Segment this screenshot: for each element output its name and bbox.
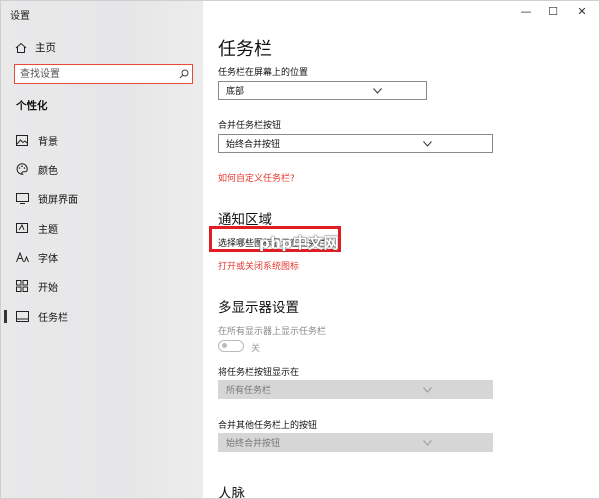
watermark: php中文网	[259, 234, 340, 252]
show-all-displays-label: 在所有显示器上显示任务栏	[218, 327, 327, 337]
chevron-down-icon	[323, 87, 427, 94]
search-input[interactable]	[15, 65, 176, 83]
sidebar-item-start[interactable]: 开始	[1, 273, 203, 299]
combine-buttons-value: 始终合并按钮	[226, 140, 281, 150]
screen-position-value: 底部	[226, 87, 245, 97]
sidebar-section-title: 个性化	[16, 100, 48, 112]
chevron-down-icon	[356, 386, 493, 393]
multi-display-heading: 多显示器设置	[218, 300, 299, 316]
sidebar-item-taskbar[interactable]: 任务栏	[1, 303, 203, 329]
lock-screen-icon	[15, 191, 29, 205]
sidebar-home[interactable]: 主页	[15, 40, 56, 55]
font-icon	[15, 250, 29, 264]
sidebar-item-label: 主题	[38, 224, 58, 236]
show-buttons-on-label: 将任务栏按钮显示在	[218, 368, 300, 378]
chevron-down-icon	[356, 439, 493, 446]
home-icon	[15, 42, 27, 53]
sidebar-item-fonts[interactable]: 字体	[1, 244, 203, 270]
close-button[interactable]: ✕	[575, 5, 589, 18]
combine-other-label: 合并其他任务栏上的按钮	[218, 421, 318, 431]
combine-other-value: 始终合并按钮	[226, 439, 281, 449]
screen-position-label: 任务栏在屏幕上的位置	[218, 68, 309, 78]
show-buttons-on-dropdown[interactable]: 所有任务栏	[218, 380, 493, 399]
notify-area-heading: 通知区域	[218, 212, 272, 228]
combine-other-dropdown[interactable]: 始终合并按钮	[218, 433, 493, 452]
settings-window: 设置 主页 个性化 背景 颜色	[0, 0, 600, 499]
palette-icon	[15, 162, 29, 176]
screen-position-dropdown[interactable]: 底部	[218, 81, 427, 100]
sidebar-item-background[interactable]: 背景	[1, 127, 203, 153]
sidebar-item-themes[interactable]: 主题	[1, 215, 203, 241]
minimize-button[interactable]: —	[519, 5, 533, 18]
sidebar-item-label: 颜色	[38, 165, 58, 177]
sidebar-item-label: 任务栏	[38, 312, 68, 324]
start-icon	[15, 279, 29, 293]
show-all-displays-toggle[interactable]	[218, 340, 244, 352]
image-icon	[15, 133, 29, 147]
sidebar-item-colors[interactable]: 颜色	[1, 156, 203, 182]
sidebar-item-label: 背景	[38, 136, 58, 148]
sidebar: 设置 主页 个性化 背景 颜色	[1, 1, 203, 498]
chevron-down-icon	[356, 140, 493, 147]
maximize-button[interactable]: ☐	[546, 5, 560, 18]
customize-taskbar-link[interactable]: 如何自定义任务栏?	[218, 171, 295, 184]
toggle-state-label: 关	[251, 344, 261, 354]
sidebar-item-label: 字体	[38, 253, 58, 265]
sidebar-item-label: 锁屏界面	[38, 194, 78, 206]
people-heading: 人脉	[218, 486, 245, 499]
home-label: 主页	[35, 42, 56, 54]
system-icons-link[interactable]: 打开或关闭系统图标	[218, 259, 299, 272]
search-icon[interactable]	[176, 69, 192, 79]
theme-icon	[15, 221, 29, 235]
search-box[interactable]	[14, 64, 193, 84]
combine-buttons-label: 合并任务栏按钮	[218, 121, 282, 131]
sidebar-item-lock-screen[interactable]: 锁屏界面	[1, 185, 203, 211]
taskbar-icon	[15, 309, 29, 323]
window-title: 设置	[10, 11, 30, 22]
show-buttons-on-value: 所有任务栏	[226, 386, 272, 396]
combine-buttons-dropdown[interactable]: 始终合并按钮	[218, 134, 493, 153]
page-title: 任务栏	[218, 39, 272, 60]
sidebar-item-label: 开始	[38, 282, 58, 294]
